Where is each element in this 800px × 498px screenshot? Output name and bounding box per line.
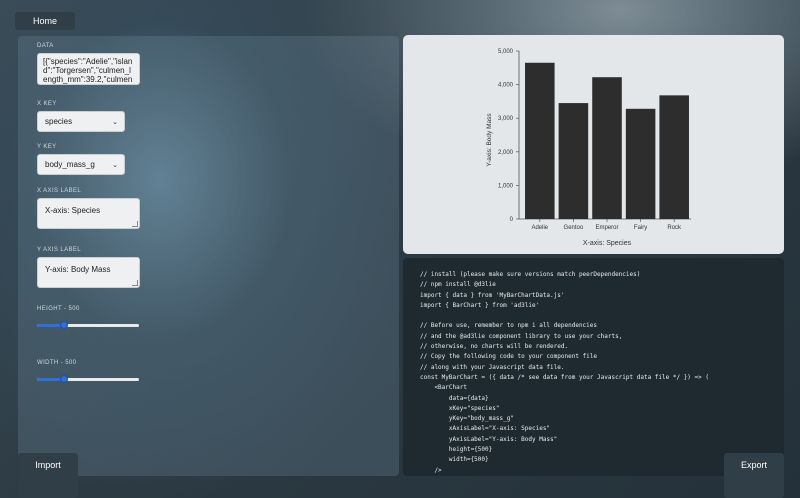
ykey-select-value: body_mass_g [45,160,95,169]
bar-rock [659,95,689,219]
y-tick-label: 2,000 [498,150,514,156]
y-tick-label: 5,000 [498,49,514,55]
code-line: // along with your Javascript data file. [420,363,565,371]
chevron-down-icon: ⌄ [112,161,118,169]
code-line: import { data } from 'MyBarChartData.js' [420,291,565,299]
bar-fairy [625,108,656,219]
height-label: HEIGHT - 500 [37,306,80,312]
code-line: // otherwise, no charts will be rendered… [420,343,569,351]
code-line: // Before use, remember to npm i all dep… [420,322,598,330]
xkey-select-value: species [45,117,73,126]
xkey-label: X KEY [37,101,57,107]
code-line: import { BarChart } from 'ad3lie' [420,301,540,309]
code-block: // install (please make sure versions ma… [420,270,709,476]
code-line: xAxisLabel="X-axis: Species" [420,425,551,433]
height-slider[interactable] [37,320,139,330]
slider-thumb[interactable] [59,375,68,383]
bar-adelie [525,62,555,219]
code-line: // and the @ad3lie component library to … [420,332,623,340]
x-tick-label: Adelie [531,225,548,231]
code-line: width={500} [420,456,489,464]
code-output-panel: // install (please make sure versions ma… [403,258,784,476]
slider-thumb[interactable] [59,321,68,329]
x-tick-label: Gentoo [564,225,584,231]
x-axis-title: X-axis: Species [583,240,632,247]
y-tick-label: 1,000 [498,183,514,189]
code-line: data={data} [420,394,489,402]
code-line: height={500} [420,446,493,454]
home-button[interactable]: Home [15,12,75,30]
resize-handle-icon[interactable] [132,280,138,286]
code-line: xKey="species" [420,404,500,412]
width-slider[interactable] [37,374,139,384]
code-line: // Copy the following code to your compo… [420,353,598,361]
chart-preview-panel: 0 1,000 2,000 3,000 4,000 5,000 Adelie Gentoo Em… [403,35,784,254]
xkey-select[interactable]: species ⌄ [37,111,125,132]
x-tick-label: Rock [667,225,682,231]
y-axis-title: Y-axis: Body Mass [486,113,493,167]
bar-emperor [592,77,622,219]
ykey-select[interactable]: body_mass_g ⌄ [37,154,125,175]
xaxis-label-input[interactable]: X-axis: Species [37,198,140,229]
chevron-down-icon: ⌄ [112,118,118,126]
code-line: // npm install @d3lie [420,281,496,289]
width-label: WIDTH - 500 [37,360,77,366]
code-line: /> [420,466,442,474]
data-textarea[interactable]: [{"species":"Adelie","island":"Torgersen… [37,53,140,85]
xaxis-label-title: X AXIS LABEL [37,188,82,194]
x-tick-label: Emperor [595,225,618,231]
code-line: <BarChart [420,384,467,392]
code-line: // install (please make sure versions ma… [420,271,641,278]
y-tick-label: 4,000 [498,83,514,89]
y-tick-label: 0 [510,217,514,223]
bar-gentoo [558,103,589,219]
ykey-label: Y KEY [37,144,57,150]
yaxis-label-value: Y-axis: Body Mass [45,265,111,274]
export-button[interactable]: Export [724,453,784,498]
code-line: yAxisLabel="Y-axis: Body Mass" [420,435,558,443]
chart-config-panel: DATA [{"species":"Adelie","island":"Torg… [18,36,399,476]
bar-chart: 0 1,000 2,000 3,000 4,000 5,000 Adelie Gentoo Em… [486,49,691,247]
resize-handle-icon[interactable] [132,221,138,227]
y-tick-label: 3,000 [498,116,514,122]
code-line: yKey="body_mass_g" [420,415,514,423]
yaxis-label-input[interactable]: Y-axis: Body Mass [37,257,140,288]
code-line: const MyBarChart = ({ data /* see data f… [420,373,709,381]
xaxis-label-value: X-axis: Species [45,206,101,215]
data-label: DATA [37,43,54,49]
yaxis-label-title: Y AXIS LABEL [37,247,82,253]
x-tick-label: Fairy [634,225,647,231]
import-button[interactable]: Import [18,453,78,498]
